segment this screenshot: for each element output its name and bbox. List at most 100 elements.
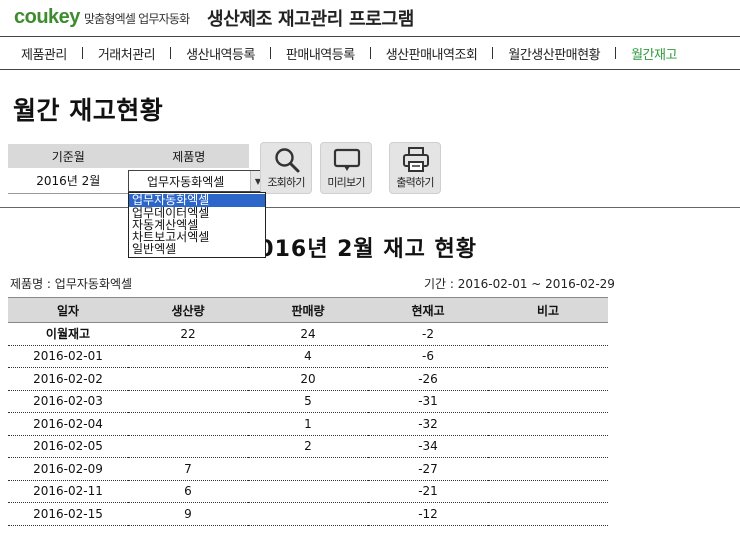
product-caption: 제품명 : 업무자동화엑셀 [10,277,133,291]
table-cell [128,345,248,368]
table-body: 이월재고 22 24 -2 2016-02-01 4 -6 2016-02-02 20 -26 20… [8,322,608,526]
monitor-icon [333,148,361,171]
menu-item[interactable]: 판매내역등록 [271,44,370,63]
dropdown-option[interactable]: 자동계산엑셀 [129,219,265,231]
table-cell: 2016-02-03 [8,390,128,413]
table-cell: -26 [368,367,488,391]
printer-icon [403,147,429,172]
table-cell: 2016-02-11 [8,480,128,503]
table-cell [248,502,368,526]
dropdown-option[interactable]: 일반엑셀 [129,243,265,255]
base-month-header: 기준월 [51,149,85,164]
period-caption: 기간 : 2016-02-01 ~ 2016-02-29 [424,277,615,291]
criteria-header: 기준월 제품명 [8,144,249,168]
main-menu: 제품관리 거래처관리 생산내역등록 판매내역등록 생산판매내역조회 월간생산판매현황 월간재… [0,36,740,70]
preview-button-label: 미리보기 [327,176,365,189]
brand-subtitle: 맞춤형엑셀 업무자동화 [83,12,190,26]
table-cell [488,457,608,481]
table-cell: 2016-02-15 [8,502,128,526]
table-cell: -34 [368,435,488,458]
column-header: 비고 [488,297,608,323]
table-cell: 2016-02-09 [8,457,128,481]
column-header: 판매량 [248,297,368,323]
brand-logo: coukey 맞춤형엑셀 업무자동화 [14,6,190,32]
table-cell: 5 [248,390,368,413]
dropdown-option[interactable]: 업무자동화엑셀 [129,194,265,207]
table-cell: 6 [128,480,248,503]
table-cell: -2 [368,322,488,346]
column-header: 생산량 [128,297,248,323]
table-row: 이월재고 22 24 -2 [8,322,608,346]
table-cell: 2016-02-05 [8,435,128,458]
table-cell: 9 [128,502,248,526]
table-cell [248,480,368,503]
table-cell [248,457,368,481]
menu-item[interactable]: 월간생산판매현황 [493,44,615,63]
brand-logo-text: coukey [14,6,80,28]
table-cell [488,412,608,436]
table-cell: -6 [368,345,488,368]
table-cell: -12 [368,502,488,526]
table-cell: 2016-02-02 [8,367,128,391]
table-cell: 4 [248,345,368,368]
table-cell [488,435,608,458]
table-cell: 1 [248,412,368,436]
table-cell: 2016-02-04 [8,412,128,436]
dropdown-option[interactable]: 업무데이터엑셀 [129,207,265,219]
table-cell [488,367,608,391]
app-title: 생산제조 재고관리 프로그램 [207,9,415,30]
table-cell: -27 [368,457,488,481]
table-row: 2016-02-02 20 -26 [8,367,608,391]
table-cell [128,412,248,436]
product-header: 제품명 [172,149,206,164]
table-header-row: 일자 생산량 판매량 현재고 비고 [8,297,608,323]
table-cell [488,345,608,368]
page-title: 월간 재고현황 [13,96,164,125]
report-title: 2016년 2월 재고 현황 [242,237,477,262]
magnifier-icon [275,148,300,173]
table-cell: 22 [128,322,248,346]
table-cell [488,502,608,526]
product-select[interactable]: 업무자동화엑셀 ▼ [128,170,266,192]
menu-item[interactable]: 제품관리 [0,44,82,63]
table-cell: 이월재고 [8,322,128,346]
product-select-value: 업무자동화엑셀 [147,174,225,189]
column-header: 현재고 [368,297,488,323]
table-cell: 20 [248,367,368,391]
product-dropdown-list: 업무자동화엑셀 업무데이터엑셀 자동계산엑셀 차트보고서엑셀 일반엑셀 [128,192,266,258]
table-cell [128,435,248,458]
menu-item[interactable]: 생산내역등록 [171,44,270,63]
table-row: 2016-02-05 2 -34 [8,435,608,458]
table-row: 2016-02-09 7 -27 [8,457,608,481]
preview-button[interactable]: 미리보기 [320,142,372,194]
search-button[interactable]: 조회하기 [260,142,312,194]
table-row: 2016-02-03 5 -31 [8,390,608,413]
table-cell [128,390,248,413]
menu-item[interactable]: 생산판매내역조회 [371,44,493,63]
table-row: 2016-02-01 4 -6 [8,345,608,368]
report-divider [0,207,740,208]
table-cell [488,322,608,346]
print-button-label: 출력하기 [396,176,434,189]
table-cell [488,390,608,413]
table-row: 2016-02-11 6 -21 [8,480,608,503]
table-cell: 7 [128,457,248,481]
base-month-field[interactable]: 2016년 2월 [8,168,129,193]
table-cell [488,480,608,503]
table-cell: -32 [368,412,488,436]
table-cell [128,367,248,391]
table-cell: -31 [368,390,488,413]
table-cell: -21 [368,480,488,503]
table-row: 2016-02-15 9 -12 [8,502,608,526]
search-button-label: 조회하기 [267,176,305,189]
table-row: 2016-02-04 1 -32 [8,412,608,436]
table-cell: 2 [248,435,368,458]
menu-item[interactable]: 월간재고 [616,44,692,63]
column-header: 일자 [8,297,128,323]
inventory-table: 일자 생산량 판매량 현재고 비고 이월재고 22 24 -2 2016-02-01 4 -6 201… [8,297,608,526]
table-cell: 2016-02-01 [8,345,128,368]
dropdown-option[interactable]: 차트보고서엑셀 [129,231,265,243]
print-button[interactable]: 출력하기 [389,142,441,194]
menu-item[interactable]: 거래처관리 [83,44,170,63]
table-cell: 24 [248,322,368,346]
